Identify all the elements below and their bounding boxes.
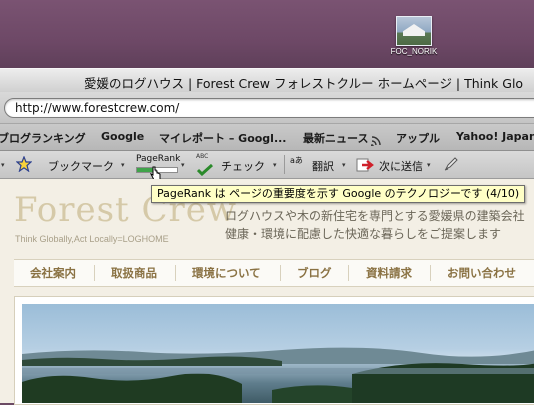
bookmarks-bar: ブログランキング Google マイレポート – Googl... 最新ニュース… bbox=[0, 124, 534, 151]
highlighter-icon[interactable] bbox=[443, 156, 459, 176]
menu-contact[interactable]: お問い合わせ bbox=[447, 265, 516, 281]
intro-line-2: 健康・環境に配慮した快適な暮らしをご提案します bbox=[225, 227, 502, 241]
menu-divider bbox=[280, 265, 281, 281]
menu-divider bbox=[175, 265, 176, 281]
star-icon[interactable] bbox=[15, 155, 33, 176]
bookmark-apple[interactable]: アップル bbox=[396, 130, 440, 146]
bookmark-yahoo-japan[interactable]: Yahoo! Japan bbox=[456, 130, 534, 143]
menu-brochure-request[interactable]: 資料請求 bbox=[366, 265, 412, 281]
address-url: http://www.forestcrew.com/ bbox=[15, 101, 180, 115]
bookmark-my-report[interactable]: マイレポート – Googl... bbox=[159, 130, 286, 146]
send-caret[interactable]: ▾ bbox=[427, 161, 431, 169]
window-title-bar[interactable]: 愛媛のログハウス | Forest Crew フォレストクルー ホームページ |… bbox=[0, 68, 534, 93]
menu-divider bbox=[94, 265, 95, 281]
translate-icon: aあ bbox=[290, 156, 303, 165]
bookmark-news[interactable]: 最新ニュース bbox=[303, 130, 368, 146]
lake-forest-photo bbox=[22, 304, 534, 403]
menu-environment[interactable]: 環境について bbox=[192, 265, 261, 281]
menu-divider bbox=[348, 265, 349, 281]
window-title: 愛媛のログハウス | Forest Crew フォレストクルー ホームページ |… bbox=[84, 76, 524, 91]
menu-products[interactable]: 取扱商品 bbox=[111, 265, 157, 281]
rss-icon bbox=[370, 131, 381, 150]
check-button[interactable]: チェック bbox=[221, 158, 265, 174]
check-caret[interactable]: ▾ bbox=[273, 161, 277, 169]
translate-caret[interactable]: ▾ bbox=[342, 161, 346, 169]
translate-button[interactable]: 翻訳 bbox=[312, 158, 334, 174]
site-menu: 会社案内 取扱商品 環境について ブログ 資料請求 お問い合わせ bbox=[14, 259, 534, 287]
intro-line-1: ログハウスや木の新住宅を専門とする愛媛県の建築会社 bbox=[225, 209, 525, 223]
desktop-file-icon[interactable] bbox=[396, 16, 432, 46]
pagerank-label: PageRank bbox=[136, 154, 181, 164]
address-field[interactable]: http://www.forestcrew.com/ bbox=[4, 98, 534, 118]
checkmark-icon[interactable] bbox=[196, 161, 214, 180]
navigation-bar: http://www.forestcrew.com/ bbox=[0, 92, 534, 124]
pagerank-caret[interactable]: ▾ bbox=[181, 161, 185, 169]
bookmarks-button[interactable]: ブックマーク bbox=[48, 158, 114, 174]
site-tagline: Think Globally,Act Locally=LOGHOME bbox=[15, 234, 169, 244]
send-button[interactable]: 次に送信 bbox=[379, 158, 423, 174]
desktop-icon-label: FOC_NORIK bbox=[390, 47, 438, 56]
spellcheck-icon: ABC bbox=[196, 153, 209, 160]
toolbar-divider bbox=[284, 155, 285, 174]
bookmarks-caret[interactable]: ▾ bbox=[121, 161, 125, 169]
desktop-background bbox=[0, 0, 534, 70]
pagerank-tooltip: PageRank は ページの重要度を示す Google のテクノロジーです (… bbox=[151, 185, 526, 203]
send-to-icon[interactable] bbox=[356, 157, 374, 177]
toolbar-menu-caret[interactable]: ▾ bbox=[1, 161, 5, 169]
menu-divider bbox=[430, 265, 431, 281]
bookmark-google[interactable]: Google bbox=[101, 130, 144, 143]
menu-company[interactable]: 会社案内 bbox=[30, 265, 76, 281]
bookmark-blog-ranking[interactable]: ブログランキング bbox=[0, 130, 86, 146]
google-toolbar: ▾ ブックマーク ▾ PageRank ▾ ABC チェック ▾ aあ 翻訳 ▾… bbox=[0, 151, 534, 181]
menu-blog[interactable]: ブログ bbox=[297, 265, 332, 281]
